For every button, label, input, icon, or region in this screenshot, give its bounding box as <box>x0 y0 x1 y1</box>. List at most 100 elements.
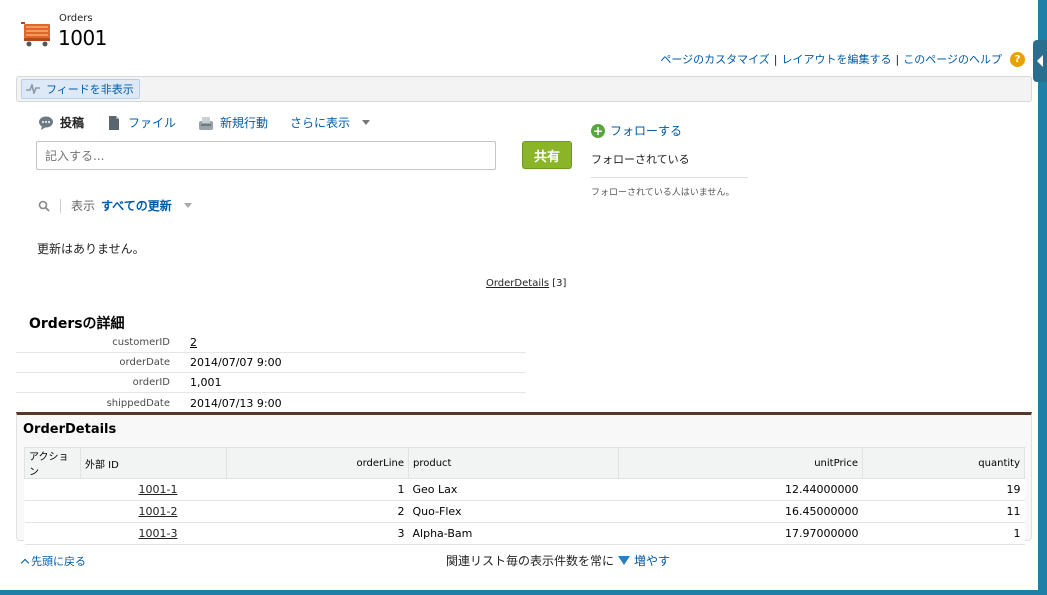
link-separator: | <box>773 52 778 66</box>
chevron-up-icon <box>20 558 30 567</box>
related-list-table: アクション 外部 ID orderLine product unitPrice … <box>24 447 1025 545</box>
detail-label: orderID <box>132 377 170 388</box>
column-header-unit-price[interactable]: unitPrice <box>618 447 863 479</box>
action-cell <box>24 500 81 523</box>
quantity-cell: 11 <box>862 500 1025 523</box>
hide-feed-button[interactable]: フィードを非表示 <box>21 79 140 99</box>
detail-label: orderDate <box>119 357 170 368</box>
plus-icon: + <box>591 123 605 138</box>
related-list-title: OrderDetails <box>23 422 117 437</box>
filter-divider <box>60 198 61 213</box>
unit-price-cell: 17.97000000 <box>618 522 863 545</box>
no-followers-message: フォローされている人はいません。 <box>591 188 735 198</box>
detail-row: orderDate 2014/07/07 9:00 <box>16 353 526 373</box>
detail-value: 2014/07/07 9:00 <box>190 356 282 369</box>
table-row: 1001-1 1 Geo Lax 12.44000000 19 <box>24 478 1025 501</box>
action-cell <box>24 522 81 545</box>
external-id-link[interactable]: 1001-2 <box>139 505 178 518</box>
post-input[interactable] <box>36 141 496 170</box>
link-separator: | <box>895 52 900 66</box>
table-row: 1001-3 3 Alpha-Bam 17.97000000 1 <box>24 522 1025 545</box>
follow-button[interactable]: + フォローする <box>591 122 682 139</box>
chevron-down-icon <box>362 120 371 125</box>
edit-layout-link[interactable]: レイアウトを編集する <box>782 51 892 67</box>
show-more-control: 関連リスト毎の表示件数を常に 増やす <box>446 552 670 569</box>
detail-value: 2014/07/13 9:00 <box>190 396 282 410</box>
tab-file[interactable]: ファイル <box>106 114 176 131</box>
follow-label: フォローする <box>610 124 683 138</box>
filter-show-label: 表示 <box>71 199 96 213</box>
speech-bubble-icon <box>39 116 53 130</box>
tab-new-action[interactable]: 新規行動 <box>198 114 268 131</box>
hide-feed-label: フィードを非表示 <box>46 83 134 96</box>
detail-label: shippedDate <box>106 397 170 409</box>
external-id-link[interactable]: 1001-3 <box>139 527 178 540</box>
detail-row: orderID 1,001 <box>16 373 526 393</box>
frame-bottom-edge <box>0 590 1047 595</box>
frame-right-edge <box>1038 0 1047 595</box>
back-to-top-label: 先頭に戻る <box>31 555 86 568</box>
show-more-text: 関連リスト毎の表示件数を常に <box>446 554 615 568</box>
detail-row: shippedDate 2014/07/13 9:00 <box>16 393 526 413</box>
customer-id-link[interactable]: 2 <box>190 336 197 349</box>
publisher-tabs: 投稿 ファイル 新規行動 さらに表示 <box>38 114 392 131</box>
column-header-action: アクション <box>24 447 81 479</box>
filter-dropdown[interactable]: すべての更新 <box>101 197 172 214</box>
detail-value: 1,001 <box>190 376 222 389</box>
tab-more[interactable]: さらに表示 <box>290 114 371 131</box>
quantity-cell: 1 <box>862 522 1025 545</box>
table-row: 1001-2 2 Quo-Flex 16.45000000 11 <box>24 500 1025 523</box>
external-id-link[interactable]: 1001-1 <box>139 483 178 496</box>
tab-post[interactable]: 投稿 <box>38 114 84 131</box>
search-icon[interactable] <box>38 200 50 212</box>
file-icon <box>109 115 120 130</box>
feed-filter: 表示 すべての更新 <box>38 197 192 214</box>
orderdetails-hover-link[interactable]: OrderDetails <box>486 278 549 289</box>
related-list-orderdetails: OrderDetails アクション 外部 ID orderLine produ… <box>16 412 1032 545</box>
order-line-cell: 1 <box>226 478 409 501</box>
feed-pulse-icon <box>26 84 40 94</box>
column-header-order-line[interactable]: orderLine <box>226 447 409 479</box>
order-line-cell: 3 <box>226 522 409 545</box>
followers-divider <box>591 177 748 178</box>
product-cell: Quo-Flex <box>408 500 619 523</box>
object-type-label: Orders <box>59 13 93 24</box>
detail-section-title: Ordersの詳細 <box>29 316 125 332</box>
tab-post-label: 投稿 <box>60 116 85 130</box>
task-icon <box>199 116 214 130</box>
tab-new-action-label: 新規行動 <box>220 116 269 130</box>
detail-row: customerID 2 <box>16 333 526 353</box>
tab-more-label: さらに表示 <box>290 116 351 130</box>
tab-file-label: ファイル <box>128 116 177 130</box>
related-list-hover-links: OrderDetails [3] <box>486 278 566 289</box>
customize-page-link[interactable]: ページのカスタマイズ <box>660 51 769 67</box>
back-to-top-link[interactable]: 先頭に戻る <box>20 553 86 569</box>
column-header-product[interactable]: product <box>408 447 619 479</box>
show-more-link[interactable]: 増やす <box>634 552 670 569</box>
column-header-quantity[interactable]: quantity <box>862 447 1025 479</box>
feed-toggle-bar: フィードを非表示 <box>16 76 1032 102</box>
no-updates-message: 更新はありません。 <box>37 242 145 256</box>
detail-label: customerID <box>112 337 170 348</box>
unit-price-cell: 12.44000000 <box>618 478 863 501</box>
help-icon[interactable]: ? <box>1010 51 1025 67</box>
orderdetails-count: [3] <box>552 278 567 289</box>
sidebar-collapse-tab[interactable] <box>1033 40 1047 82</box>
page-help-link[interactable]: このページのヘルプ <box>903 51 1002 67</box>
page-links: ページのカスタマイズ | レイアウトを編集する | このページのヘルプ ? <box>660 51 1025 67</box>
record-title: 1001 <box>58 26 107 50</box>
product-cell: Geo Lax <box>408 478 619 501</box>
chevron-down-icon[interactable] <box>183 203 192 208</box>
triangle-down-icon[interactable] <box>618 556 631 565</box>
quantity-cell: 19 <box>862 478 1025 501</box>
followers-heading: フォローされている <box>591 153 690 166</box>
action-cell <box>24 478 81 501</box>
table-header-row: アクション 外部 ID orderLine product unitPrice … <box>24 447 1025 479</box>
column-header-external-id[interactable]: 外部 ID <box>80 447 227 479</box>
unit-price-cell: 16.45000000 <box>618 500 863 523</box>
share-button[interactable]: 共有 <box>522 141 572 169</box>
order-line-cell: 2 <box>226 500 409 523</box>
product-cell: Alpha-Bam <box>408 522 619 545</box>
shopping-cart-icon <box>21 22 50 47</box>
detail-table: customerID 2 orderDate 2014/07/07 9:00 o… <box>16 333 526 413</box>
